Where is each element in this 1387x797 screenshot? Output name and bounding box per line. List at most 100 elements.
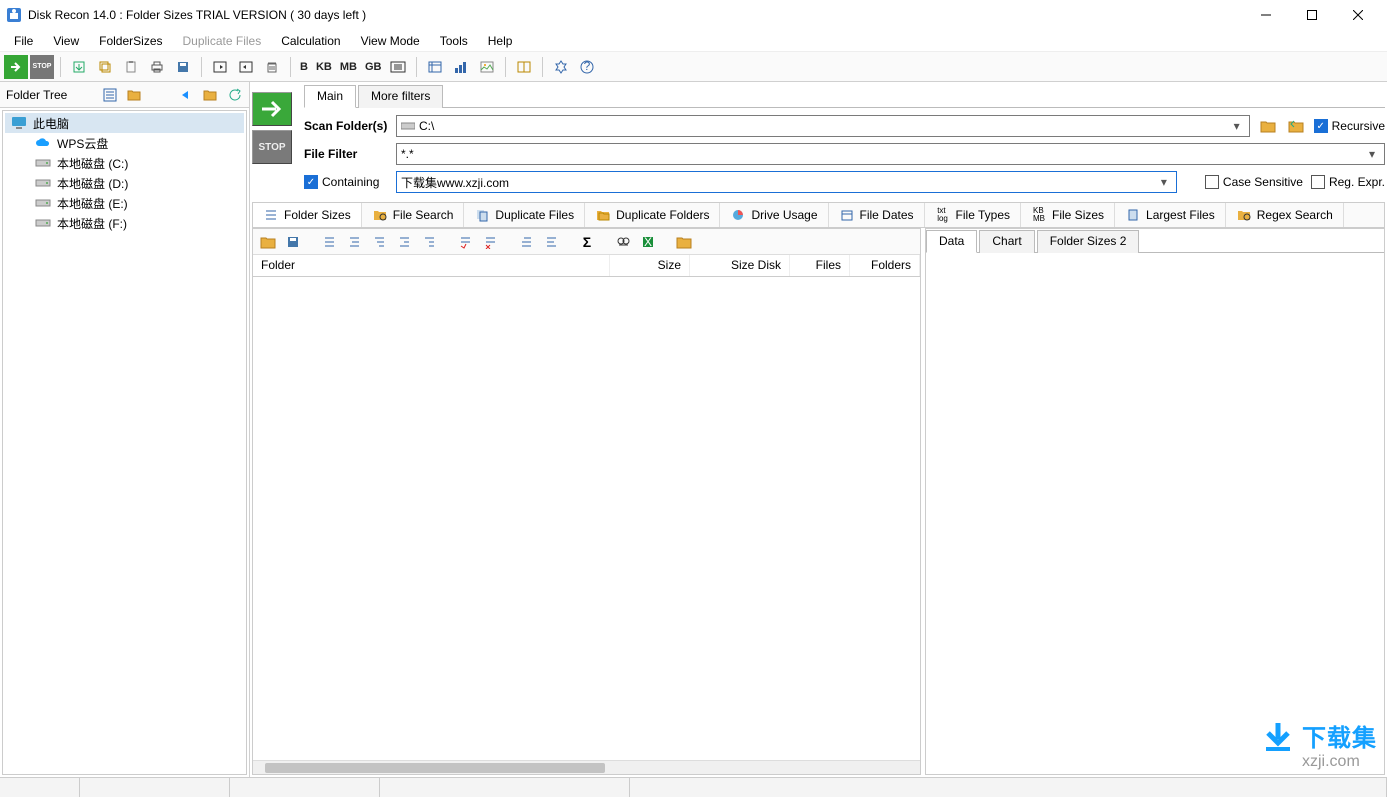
scan-stop-button[interactable]: STOP	[252, 130, 292, 164]
col-folder[interactable]: Folder	[253, 255, 610, 276]
menu-view[interactable]: View	[45, 32, 87, 50]
menu-file[interactable]: File	[6, 32, 41, 50]
sidetab-folder-sizes-2[interactable]: Folder Sizes 2	[1037, 230, 1140, 253]
containing-checkbox[interactable]: ✓ Containing	[304, 175, 388, 189]
indent-1-button[interactable]	[318, 231, 340, 253]
menu-duplicate-files[interactable]: Duplicate Files	[175, 32, 270, 50]
delete-button[interactable]	[260, 55, 284, 79]
tree-item-drive-d[interactable]: 本地磁盘 (D:)	[5, 173, 244, 193]
scan-go-button[interactable]	[252, 92, 292, 126]
delete-x-button[interactable]	[479, 231, 501, 253]
modtab-folder-sizes[interactable]: Folder Sizes	[253, 203, 362, 227]
col-files[interactable]: Files	[790, 255, 850, 276]
scan-folders-input[interactable]	[419, 119, 1225, 133]
modtab-duplicate-files[interactable]: Duplicate Files	[464, 203, 585, 227]
recursive-checkbox[interactable]: ✓ Recursive	[1314, 119, 1385, 133]
modtab-duplicate-folders[interactable]: Duplicate Folders	[585, 203, 720, 227]
save-button[interactable]	[171, 55, 195, 79]
clipboard-button[interactable]	[119, 55, 143, 79]
tree-expand-icon[interactable]	[101, 86, 119, 104]
tree-item-drive-f[interactable]: 本地磁盘 (F:)	[5, 213, 244, 233]
unit-bytes[interactable]: B	[297, 61, 311, 73]
minimize-button[interactable]	[1243, 0, 1289, 30]
unit-auto-button[interactable]	[386, 55, 410, 79]
chevron-down-icon[interactable]: ▾	[1229, 119, 1245, 133]
case-sensitive-checkbox[interactable]: Case Sensitive	[1205, 175, 1303, 189]
options-button[interactable]	[549, 55, 573, 79]
tree-item-computer[interactable]: 此电脑	[5, 113, 244, 133]
indent-5-button[interactable]	[418, 231, 440, 253]
save-result-button[interactable]	[282, 231, 304, 253]
containing-combo[interactable]: ▾	[396, 171, 1177, 193]
unit-mb[interactable]: MB	[337, 61, 360, 73]
horizontal-scrollbar[interactable]	[253, 760, 920, 774]
sidetab-chart[interactable]: Chart	[979, 230, 1034, 253]
modtab-regex-search[interactable]: Regex Search	[1226, 203, 1344, 227]
indent-4-button[interactable]	[393, 231, 415, 253]
view-chart-button[interactable]	[449, 55, 473, 79]
export-button[interactable]	[67, 55, 91, 79]
modtab-file-search[interactable]: File Search	[362, 203, 465, 227]
modtab-largest-files[interactable]: Largest Files	[1115, 203, 1226, 227]
regex-checkbox[interactable]: Reg. Expr.	[1311, 175, 1385, 189]
chevron-down-icon[interactable]: ▾	[1156, 175, 1172, 189]
find-button[interactable]	[612, 231, 634, 253]
open-folder-button[interactable]	[257, 231, 279, 253]
browse-folder-button[interactable]	[1258, 117, 1278, 135]
view-image-button[interactable]	[475, 55, 499, 79]
indent-6-button[interactable]	[515, 231, 537, 253]
tree-open-icon[interactable]	[201, 86, 219, 104]
tree-item-wps[interactable]: WPS云盘	[5, 133, 244, 153]
menu-view-mode[interactable]: View Mode	[353, 32, 428, 50]
menu-calculation[interactable]: Calculation	[273, 32, 348, 50]
menu-foldersizes[interactable]: FolderSizes	[91, 32, 170, 50]
tree-back-icon[interactable]	[177, 86, 195, 104]
indent-7-button[interactable]	[540, 231, 562, 253]
tree-folder-icon[interactable]	[125, 86, 143, 104]
sum-button[interactable]: Σ	[576, 231, 598, 253]
go-toolbar-button[interactable]	[4, 55, 28, 79]
file-filter-input[interactable]	[401, 147, 1360, 161]
view-details-button[interactable]	[423, 55, 447, 79]
menu-tools[interactable]: Tools	[432, 32, 476, 50]
indent-2-button[interactable]	[343, 231, 365, 253]
excel-button[interactable]: X	[637, 231, 659, 253]
print-button[interactable]	[145, 55, 169, 79]
col-size[interactable]: Size	[610, 255, 690, 276]
maximize-button[interactable]	[1289, 0, 1335, 30]
delete-checked-button[interactable]	[454, 231, 476, 253]
modtab-file-types[interactable]: txtlogFile Types	[925, 203, 1021, 227]
results-table-body[interactable]	[253, 277, 920, 760]
tree-item-label: 此电脑	[33, 115, 69, 132]
chevron-down-icon[interactable]: ▾	[1364, 147, 1380, 161]
folder-tree[interactable]: 此电脑 WPS云盘 本地磁盘 (C:) 本地磁盘 (D:) 本地磁盘 (E:)	[2, 110, 247, 775]
tab-more-filters[interactable]: More filters	[358, 85, 443, 108]
scan-folders-combo[interactable]: ▾	[396, 115, 1250, 137]
indent-3-button[interactable]	[368, 231, 390, 253]
sidetab-data[interactable]: Data	[926, 230, 977, 253]
tree-refresh-icon[interactable]	[225, 86, 243, 104]
window-layout-button[interactable]	[512, 55, 536, 79]
close-button[interactable]	[1335, 0, 1381, 30]
expand-right-button[interactable]	[234, 55, 258, 79]
col-folders[interactable]: Folders	[850, 255, 920, 276]
modtab-file-dates[interactable]: File Dates	[829, 203, 925, 227]
add-folder-button[interactable]	[1286, 117, 1306, 135]
options-folder-button[interactable]	[673, 231, 695, 253]
tab-main[interactable]: Main	[304, 85, 356, 108]
unit-gb[interactable]: GB	[362, 61, 385, 73]
modtab-file-sizes[interactable]: KBMBFile Sizes	[1021, 203, 1115, 227]
modtab-drive-usage[interactable]: Drive Usage	[720, 203, 828, 227]
containing-input[interactable]	[401, 175, 1152, 189]
help-button[interactable]: ?	[575, 55, 599, 79]
tree-item-drive-e[interactable]: 本地磁盘 (E:)	[5, 193, 244, 213]
menu-help[interactable]: Help	[480, 32, 521, 50]
scrollbar-thumb[interactable]	[265, 763, 605, 773]
copy-button[interactable]	[93, 55, 117, 79]
stop-toolbar-button[interactable]: STOP	[30, 55, 54, 79]
col-size-disk[interactable]: Size Disk	[690, 255, 790, 276]
expand-left-button[interactable]	[208, 55, 232, 79]
tree-item-drive-c[interactable]: 本地磁盘 (C:)	[5, 153, 244, 173]
file-filter-combo[interactable]: ▾	[396, 143, 1385, 165]
unit-kb[interactable]: KB	[313, 61, 335, 73]
